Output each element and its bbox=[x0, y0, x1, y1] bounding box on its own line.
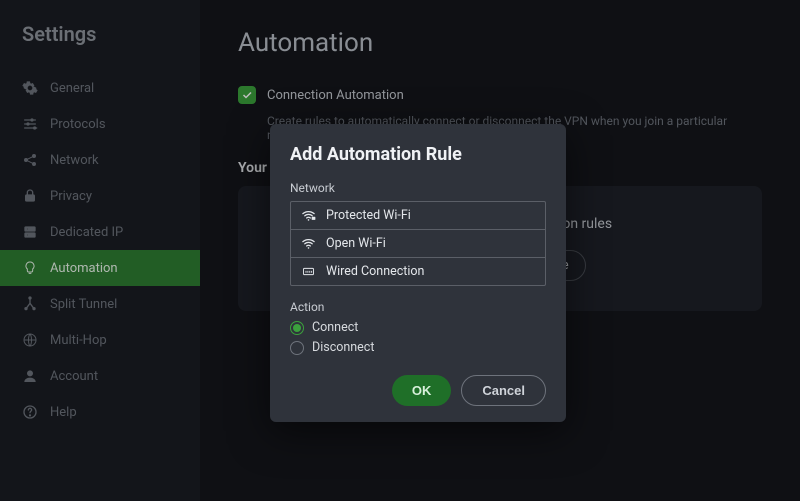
radio-connect-label: Connect bbox=[312, 320, 358, 335]
wifi-lock-icon bbox=[301, 208, 316, 223]
action-field-label: Action bbox=[290, 300, 546, 314]
action-option-disconnect[interactable]: Disconnect bbox=[290, 340, 546, 355]
action-option-connect[interactable]: Connect bbox=[290, 320, 546, 335]
cancel-button[interactable]: Cancel bbox=[461, 375, 546, 406]
network-option-label: Wired Connection bbox=[326, 264, 424, 279]
radio-disconnect[interactable] bbox=[290, 341, 304, 355]
radio-connect[interactable] bbox=[290, 321, 304, 335]
network-option-open-wifi[interactable]: Open Wi-Fi bbox=[291, 230, 545, 258]
wifi-icon bbox=[301, 236, 316, 251]
radio-disconnect-label: Disconnect bbox=[312, 340, 374, 355]
network-option-wired[interactable]: Wired Connection bbox=[291, 258, 545, 285]
modal-actions: OK Cancel bbox=[290, 375, 546, 406]
network-option-protected-wifi[interactable]: Protected Wi-Fi bbox=[291, 202, 545, 230]
network-list: Protected Wi-Fi Open Wi-Fi Wired Connect… bbox=[290, 201, 546, 286]
network-option-label: Open Wi-Fi bbox=[326, 236, 386, 251]
network-field-label: Network bbox=[290, 181, 546, 195]
ethernet-icon bbox=[301, 264, 316, 279]
ok-button[interactable]: OK bbox=[392, 375, 452, 406]
network-option-label: Protected Wi-Fi bbox=[326, 208, 411, 223]
modal-title: Add Automation Rule bbox=[290, 144, 546, 165]
add-rule-modal: Add Automation Rule Network Protected Wi… bbox=[270, 124, 566, 422]
